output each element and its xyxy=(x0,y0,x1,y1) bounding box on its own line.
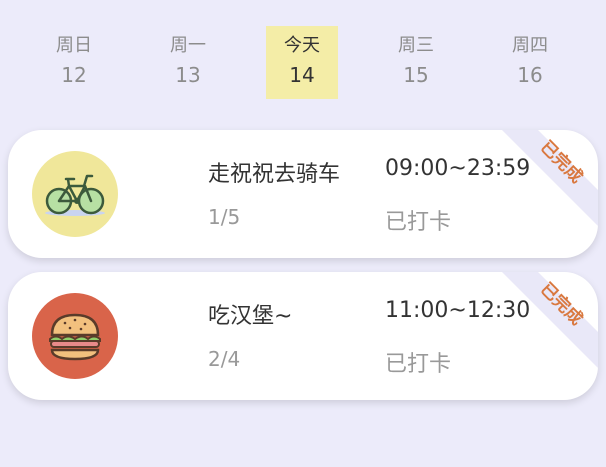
day-wednesday[interactable]: 周三 15 xyxy=(380,26,452,99)
day-number: 15 xyxy=(403,63,429,87)
day-name: 今天 xyxy=(284,35,320,56)
day-name: 周一 xyxy=(170,35,206,56)
day-number: 13 xyxy=(175,63,201,87)
completed-badge: 已完成 xyxy=(502,272,598,368)
burger-icon xyxy=(49,313,101,361)
day-number: 14 xyxy=(289,63,315,87)
week-selector: 周日 12 周一 13 今天 14 周三 15 周四 16 xyxy=(0,26,606,99)
day-number: 12 xyxy=(61,63,87,87)
day-number: 16 xyxy=(517,63,543,87)
bicycle-icon xyxy=(45,174,105,216)
checkin-status: 已打卡 xyxy=(385,210,452,235)
day-thursday[interactable]: 周四 16 xyxy=(494,26,566,99)
task-card-bike[interactable]: 走祝祝去骑车 09:00~23:59 1/5 已打卡 已完成 xyxy=(8,130,598,258)
task-title: 吃汉堡~ xyxy=(208,304,293,329)
task-progress-count: 2/4 xyxy=(208,347,241,371)
day-name: 周三 xyxy=(398,35,434,56)
task-avatar xyxy=(32,293,118,379)
completed-badge: 已完成 xyxy=(502,130,598,226)
task-card-burger[interactable]: 吃汉堡~ 11:00~12:30 2/4 已打卡 已完成 xyxy=(8,272,598,400)
day-sunday[interactable]: 周日 12 xyxy=(38,26,110,99)
checkin-status: 已打卡 xyxy=(385,352,452,377)
day-monday[interactable]: 周一 13 xyxy=(152,26,224,99)
day-name: 周日 xyxy=(56,35,92,56)
task-title: 走祝祝去骑车 xyxy=(208,162,341,187)
task-avatar xyxy=(32,151,118,237)
task-progress-count: 1/5 xyxy=(208,205,241,229)
day-today[interactable]: 今天 14 xyxy=(266,26,338,99)
day-name: 周四 xyxy=(512,35,548,56)
